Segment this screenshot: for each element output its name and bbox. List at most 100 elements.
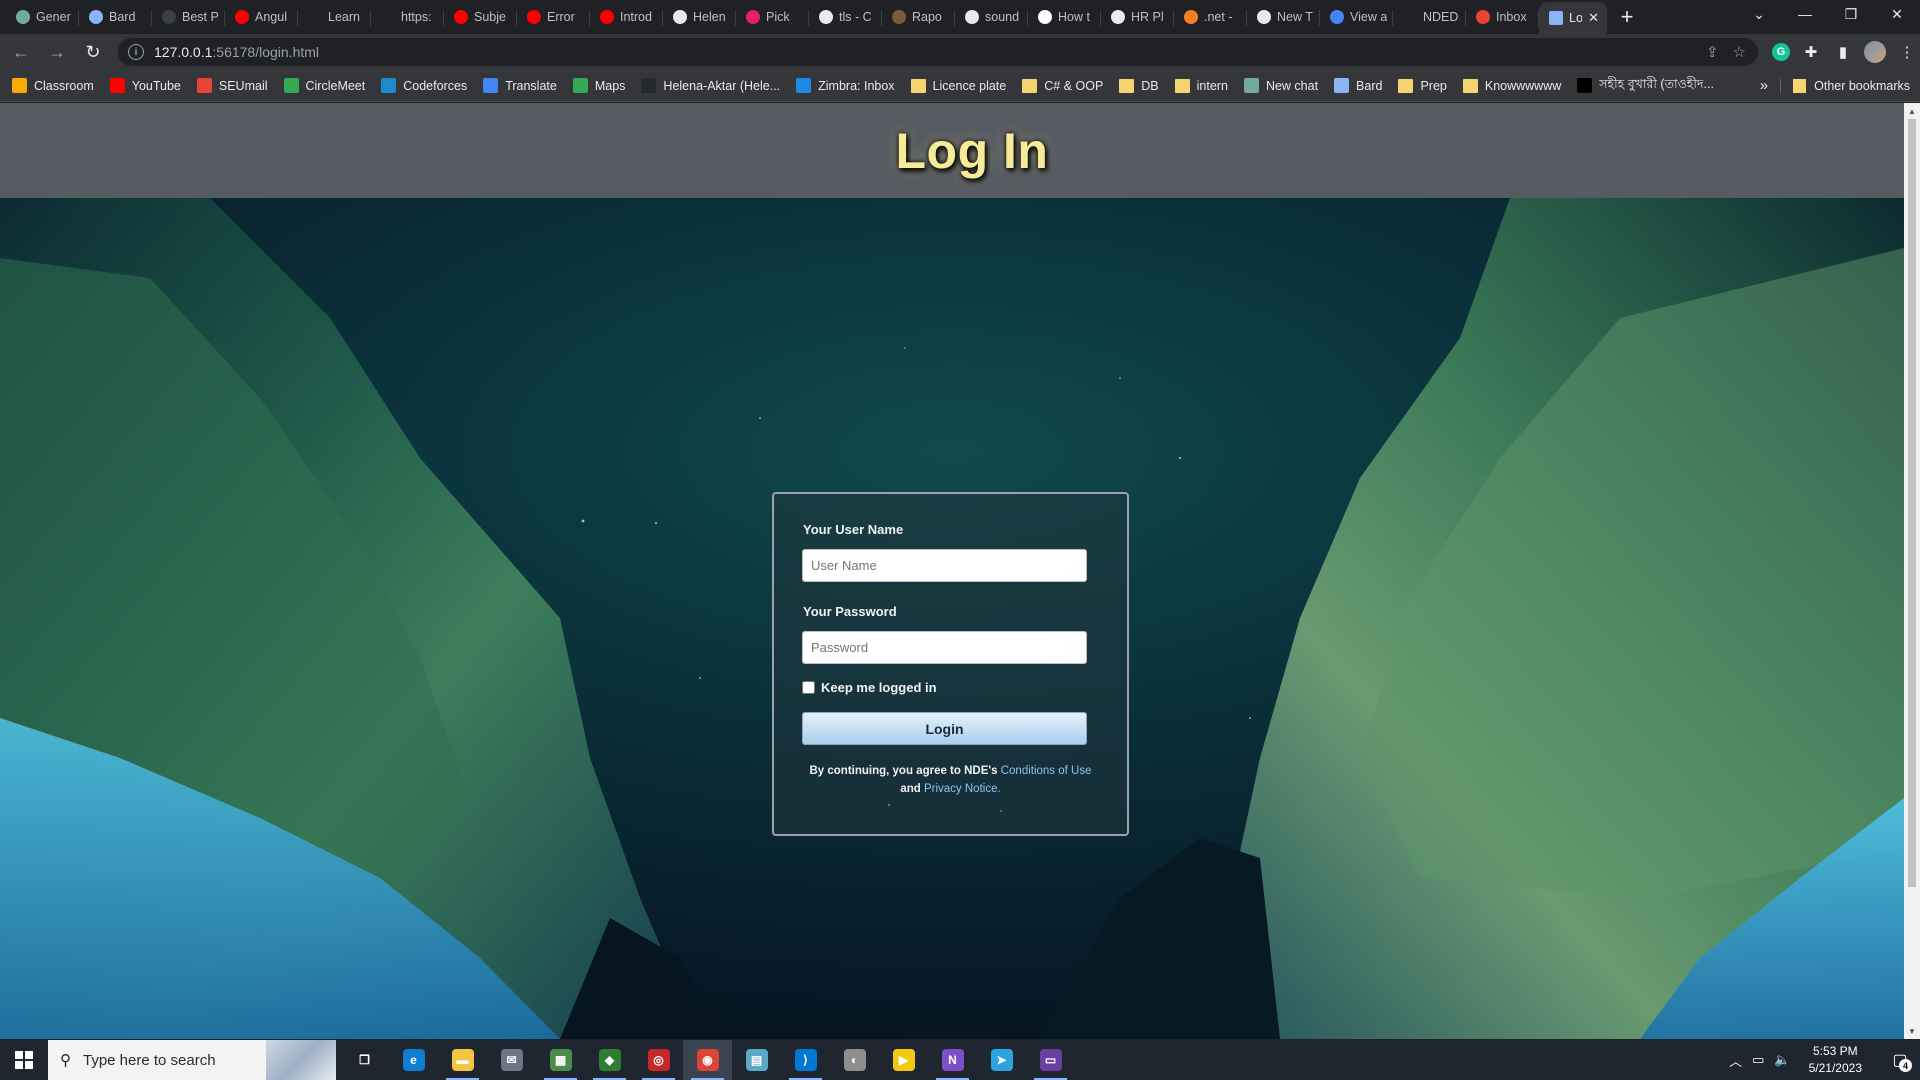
volume-icon[interactable]: 🔈: [1774, 1052, 1790, 1068]
bookmark-item[interactable]: DB: [1119, 78, 1159, 93]
taskbar-app-app-7[interactable]: ◎: [634, 1040, 683, 1080]
taskbar-app-app-6[interactable]: ◆: [585, 1040, 634, 1080]
tab-search-icon[interactable]: ⌄: [1736, 0, 1782, 28]
page-scrollbar[interactable]: ▲ ▼: [1904, 103, 1920, 1039]
bookmark-item[interactable]: Translate: [483, 78, 557, 93]
browser-tab[interactable]: Learn: [298, 2, 371, 32]
taskbar-app-notepad[interactable]: ▤: [732, 1040, 781, 1080]
close-tab-icon[interactable]: ✕: [1588, 10, 1599, 26]
browser-tab[interactable]: NDED: [1393, 2, 1466, 32]
browser-tab[interactable]: tls - C: [809, 2, 882, 32]
browser-tab[interactable]: Subje: [444, 2, 517, 32]
taskbar-app-task-view[interactable]: ❐: [340, 1040, 389, 1080]
grammarly-extension-icon[interactable]: G: [1772, 43, 1790, 61]
bookmark-item[interactable]: Codeforces: [381, 78, 467, 93]
taskbar-app-edge[interactable]: e: [389, 1040, 438, 1080]
browser-tab[interactable]: Introd: [590, 2, 663, 32]
bookmark-item[interactable]: Zimbra: Inbox: [796, 78, 895, 93]
task-view-icon: ❐: [359, 1053, 370, 1067]
clock[interactable]: 5:53 PM 5/21/2023: [1809, 1043, 1862, 1077]
close-window-button[interactable]: ✕: [1874, 0, 1920, 28]
tray-overflow-chevron-icon[interactable]: ︿: [1729, 1051, 1742, 1070]
browser-tab[interactable]: Pick: [736, 2, 809, 32]
bookmark-item[interactable]: SEUmail: [196, 78, 268, 93]
browser-tab[interactable]: Bard: [79, 2, 152, 32]
bookmark-item[interactable]: সহীহ বুখারী (তাওহীদ...: [1577, 76, 1714, 96]
pinned-apps: ❐ e ▬ ✉ ▦ ◆ ◎ ◉ ▤ ⟩ ◐ ▶ N ➤ ▭: [340, 1040, 1075, 1080]
taskbar-app-app-5[interactable]: ▦: [536, 1040, 585, 1080]
bookmark-item[interactable]: Helena-Aktar (Hele...: [641, 78, 780, 93]
bookmark-item[interactable]: Knowwwwww: [1462, 78, 1561, 93]
profile-avatar[interactable]: [1864, 41, 1886, 63]
taskbar-app-chrome[interactable]: ◉: [683, 1040, 732, 1080]
start-button[interactable]: [0, 1040, 48, 1080]
password-input[interactable]: [802, 631, 1087, 664]
new-tab-button[interactable]: +: [1613, 3, 1641, 31]
browser-tab[interactable]: HR Pl: [1101, 2, 1174, 32]
bookmark-item[interactable]: CircleMeet: [283, 78, 365, 93]
extensions-puzzle-icon[interactable]: ✚: [1800, 41, 1822, 63]
forward-button[interactable]: →: [42, 37, 72, 67]
taskbar-app-visual-studio[interactable]: N: [928, 1040, 977, 1080]
tab-title: NDED: [1423, 10, 1459, 24]
browser-tab[interactable]: View a: [1320, 2, 1393, 32]
taskbar-app-terminal[interactable]: ▭: [1026, 1040, 1075, 1080]
browser-tab[interactable]: Helen: [663, 2, 736, 32]
app-5-icon: ▦: [549, 1049, 572, 1071]
conditions-of-use-link[interactable]: Conditions of Use: [1001, 765, 1092, 777]
active-tab[interactable]: Lo ✕: [1539, 2, 1607, 34]
browser-tab[interactable]: New T: [1247, 2, 1320, 32]
browser-tab[interactable]: Gener: [6, 2, 79, 32]
bookmark-item[interactable]: C# & OOP: [1022, 78, 1103, 93]
taskbar-app-mail[interactable]: ✉: [487, 1040, 536, 1080]
browser-tab[interactable]: sound: [955, 2, 1028, 32]
browser-tab[interactable]: Inbox: [1466, 2, 1539, 32]
reload-button[interactable]: ↻: [78, 37, 108, 67]
browser-tab[interactable]: Best P: [152, 2, 225, 32]
site-info-icon[interactable]: i: [128, 44, 144, 60]
browser-tab[interactable]: Rapo: [882, 2, 955, 32]
scroll-up-arrow-icon[interactable]: ▲: [1904, 103, 1920, 119]
menu-kebab-icon[interactable]: ⋮: [1896, 41, 1918, 63]
taskbar-app-file-explorer[interactable]: ▬: [438, 1040, 487, 1080]
bookmark-item[interactable]: Bard: [1334, 78, 1382, 93]
taskbar-app-player[interactable]: ▶: [879, 1040, 928, 1080]
share-icon[interactable]: ⇪: [1706, 43, 1719, 61]
address-bar[interactable]: i 127.0.0.1:56178/login.html ⇪ ☆: [118, 38, 1758, 66]
browser-tab[interactable]: Error: [517, 2, 590, 32]
keep-logged-in-label[interactable]: Keep me logged in: [821, 680, 937, 695]
taskbar-search-box[interactable]: ⚲ Type here to search: [48, 1040, 336, 1080]
other-bookmarks-folder[interactable]: Other bookmarks: [1780, 78, 1910, 93]
side-panel-icon[interactable]: ▮: [1832, 41, 1854, 63]
notifications-icon[interactable]: ▢4: [1880, 1040, 1920, 1080]
bookmark-item[interactable]: intern: [1174, 78, 1228, 93]
bookmark-item[interactable]: YouTube: [109, 78, 181, 93]
scroll-down-arrow-icon[interactable]: ▼: [1904, 1023, 1920, 1039]
back-button[interactable]: ←: [6, 37, 36, 67]
bookmark-item[interactable]: New chat: [1243, 78, 1318, 93]
tab-favicon-icon: [600, 10, 614, 24]
taskbar-app-app-11[interactable]: ◐: [830, 1040, 879, 1080]
bookmark-item[interactable]: Classroom: [12, 78, 94, 93]
scrollbar-thumb[interactable]: [1908, 119, 1916, 887]
browser-tab[interactable]: How t: [1028, 2, 1101, 32]
bookmark-item[interactable]: Prep: [1398, 78, 1447, 93]
bookmark-item[interactable]: Licence plate: [910, 78, 1006, 93]
restore-button[interactable]: ❐: [1828, 0, 1874, 28]
bookmark-star-icon[interactable]: ☆: [1733, 43, 1746, 61]
network-icon[interactable]: ▭: [1752, 1052, 1764, 1068]
taskbar-app-vscode[interactable]: ⟩: [781, 1040, 830, 1080]
tab-favicon-icon: [89, 10, 103, 24]
browser-tab[interactable]: .net -: [1174, 2, 1247, 32]
username-input[interactable]: [802, 549, 1087, 582]
privacy-notice-link[interactable]: Privacy Notice.: [924, 783, 1001, 795]
bookmarks-overflow-icon[interactable]: »: [1760, 77, 1768, 94]
browser-tab[interactable]: https:: [371, 2, 444, 32]
minimize-button[interactable]: —: [1782, 0, 1828, 28]
keep-logged-in-checkbox[interactable]: [802, 681, 815, 694]
browser-tab[interactable]: Angul: [225, 2, 298, 32]
bookmark-item[interactable]: Maps: [572, 78, 625, 93]
login-button[interactable]: Login: [802, 712, 1087, 745]
tab-title: New T: [1277, 10, 1313, 24]
taskbar-app-telegram[interactable]: ➤: [977, 1040, 1026, 1080]
